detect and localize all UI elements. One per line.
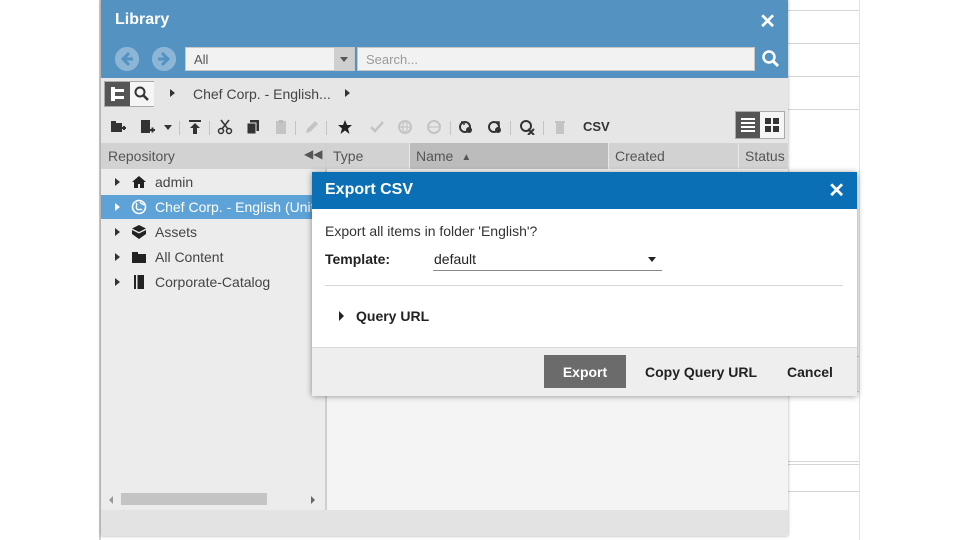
view-mode-toggle[interactable] <box>735 111 785 139</box>
export-button[interactable]: Export <box>544 355 626 388</box>
tree-search-toggle[interactable] <box>104 81 154 107</box>
grid-header: Type Name ▲ Created Status <box>327 143 788 169</box>
search-input[interactable] <box>357 47 755 71</box>
cancel-button[interactable]: Cancel <box>787 355 833 388</box>
scroll-left-icon[interactable] <box>109 496 113 504</box>
list-view-icon[interactable] <box>736 112 760 138</box>
checkout-icon[interactable] <box>458 119 474 135</box>
expand-arrow-icon[interactable] <box>115 178 120 186</box>
library-footer <box>101 510 788 536</box>
tree-view-icon[interactable] <box>105 82 130 106</box>
back-arrow-icon[interactable] <box>115 47 139 71</box>
collapse-panel-icon[interactable]: ◀◀ <box>304 147 322 161</box>
template-label: Template: <box>325 251 391 267</box>
expand-arrow-icon[interactable] <box>115 278 120 286</box>
edit-pencil-icon <box>306 121 318 133</box>
tree-item-label: admin <box>155 174 194 190</box>
breadcrumb-item[interactable]: Chef Corp. - English... <box>193 86 331 102</box>
cancel-checkout-icon[interactable] <box>519 119 535 135</box>
chevron-down-icon[interactable] <box>648 257 656 262</box>
csv-export-button[interactable]: CSV <box>583 119 610 134</box>
grid-view-icon[interactable] <box>760 112 784 138</box>
library-close-icon[interactable]: ✕ <box>759 9 776 34</box>
template-value: default <box>434 251 477 267</box>
column-header-name[interactable]: Name ▲ <box>409 143 608 169</box>
tree-item-label: All Content <box>155 249 224 265</box>
globe-icon <box>131 199 147 215</box>
column-header-type[interactable]: Type <box>327 143 409 169</box>
publish-globe-icon <box>398 120 412 134</box>
query-url-toggle[interactable]: Query URL <box>356 308 429 324</box>
column-header-created[interactable]: Created <box>608 143 738 169</box>
sort-ascending-icon: ▲ <box>461 151 472 163</box>
breadcrumb: Chef Corp. - English... <box>101 78 788 110</box>
toolbar: CSV <box>101 111 788 141</box>
repository-header: Repository ◀◀ <box>101 143 325 169</box>
folder-icon <box>132 252 146 263</box>
scroll-right-icon[interactable] <box>311 496 315 504</box>
background-edge-right <box>859 0 860 540</box>
dialog-title: Export CSV <box>325 181 414 198</box>
catalog-icon <box>134 275 144 289</box>
tree-item-label: Assets <box>155 224 198 240</box>
template-select[interactable]: default <box>433 247 662 271</box>
paste-icon <box>276 120 286 134</box>
forward-arrow-icon[interactable] <box>152 47 176 71</box>
library-header: Library ✕ All <box>101 0 788 78</box>
tree-item-label: Corporate-Catalog <box>155 274 271 290</box>
cube-icon <box>132 225 146 239</box>
expand-arrow-icon[interactable] <box>115 203 120 211</box>
star-icon[interactable] <box>337 119 353 135</box>
new-folder-icon[interactable] <box>110 119 126 135</box>
dialog-close-icon[interactable]: ✕ <box>828 178 845 203</box>
dropdown-caret-icon[interactable] <box>163 119 173 135</box>
upload-icon[interactable] <box>187 119 203 135</box>
search-view-icon[interactable] <box>130 82 154 106</box>
tree-item-admin[interactable]: admin <box>101 170 325 194</box>
home-icon <box>132 176 146 188</box>
filter-select[interactable]: All <box>185 47 355 71</box>
tree-item-chef-corp[interactable]: Chef Corp. - English (United States) <box>101 195 378 219</box>
chevron-down-icon[interactable] <box>334 48 354 70</box>
copy-query-url-button[interactable]: Copy Query URL <box>645 355 757 388</box>
filter-value: All <box>194 52 209 67</box>
repository-tree: Repository ◀◀ admin Chef Corp. - English… <box>101 143 378 510</box>
approve-check-icon <box>370 121 384 133</box>
checkin-icon[interactable] <box>487 119 503 135</box>
delete-trash-icon <box>555 121 565 134</box>
library-title: Library <box>115 11 170 28</box>
repository-label: Repository <box>108 148 175 164</box>
breadcrumb-arrow-icon[interactable] <box>345 89 350 97</box>
expand-arrow-icon[interactable] <box>115 228 120 236</box>
scrollbar-thumb[interactable] <box>121 493 267 505</box>
divider <box>325 285 843 286</box>
expand-arrow-icon[interactable] <box>339 311 344 321</box>
cut-icon[interactable] <box>217 119 233 135</box>
tree-item-assets[interactable]: Assets <box>101 220 325 244</box>
expand-arrow-icon[interactable] <box>115 253 120 261</box>
column-header-status[interactable]: Status <box>738 143 788 169</box>
unpublish-globe-icon <box>427 120 441 134</box>
breadcrumb-arrow-icon <box>170 89 175 97</box>
tree-item-all-content[interactable]: All Content <box>101 245 325 269</box>
export-csv-dialog: Export CSV ✕ Export all items in folder … <box>312 172 857 396</box>
dialog-header: Export CSV ✕ <box>312 172 857 209</box>
dialog-message: Export all items in folder 'English'? <box>325 223 538 239</box>
search-icon[interactable] <box>761 49 781 69</box>
new-item-icon[interactable] <box>139 119 155 135</box>
dialog-footer: Export Copy Query URL Cancel <box>312 347 857 396</box>
tree-item-corporate-catalog[interactable]: Corporate-Catalog <box>101 270 325 294</box>
tree-horizontal-scrollbar[interactable] <box>101 488 325 506</box>
copy-icon[interactable] <box>245 119 261 135</box>
